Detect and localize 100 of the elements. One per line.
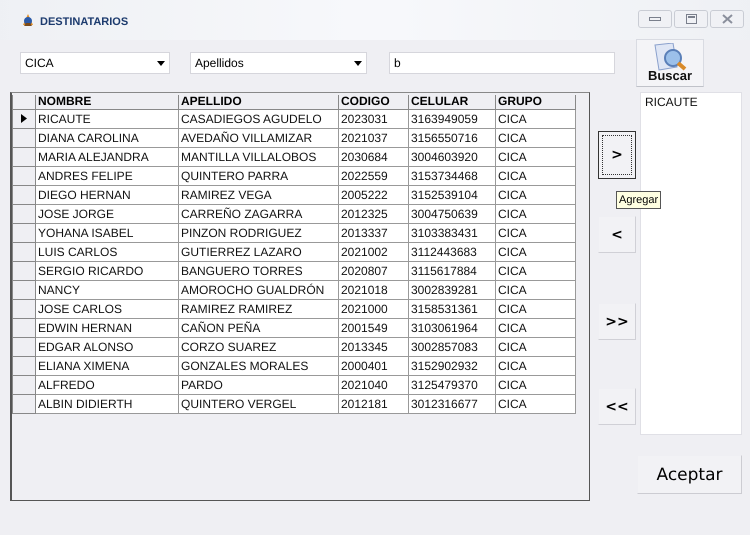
table-cell: GUTIERREZ LAZARO	[178, 242, 338, 261]
table-cell: NANCY	[36, 280, 178, 299]
current-row-icon	[21, 114, 27, 123]
table-cell: 3115617884	[408, 261, 496, 280]
table-cell: CICA	[496, 356, 576, 375]
table-cell: CAÑON PEÑA	[178, 318, 338, 337]
move-button[interactable]: <<	[598, 388, 636, 425]
table-cell: CICA	[496, 223, 576, 242]
table-cell: CICA	[496, 185, 576, 204]
table-cell: QUINTERO VERGEL	[178, 394, 338, 413]
caret-icon	[354, 60, 362, 66]
table-cell: RICAUTE	[36, 109, 178, 128]
table-cell: ANDRES FELIPE	[36, 166, 178, 185]
table-cell: 3153734468	[408, 166, 496, 185]
table-cell: CASADIEGOS AGUDELO	[178, 109, 338, 128]
table-cell: PARDO	[178, 375, 338, 394]
table-cell: MANTILLA VILLALOBOS	[178, 147, 338, 166]
table-cell: 3004603920	[408, 147, 496, 166]
table-cell: CICA	[496, 109, 576, 128]
table-cell: 3125479370	[408, 375, 496, 394]
table-cell: 2021018	[338, 280, 408, 299]
table-cell: QUINTERO PARRA	[178, 166, 338, 185]
search-button[interactable]: Buscar	[636, 39, 704, 87]
table-cell: CICA	[496, 242, 576, 261]
table-cell: 2021000	[338, 299, 408, 318]
row-header	[12, 95, 36, 109]
table-cell: 2021002	[338, 242, 408, 261]
column-header[interactable]: CODIGO	[338, 95, 408, 109]
table-cell: BANGUERO TORRES	[178, 261, 338, 280]
table-cell: 3103383431	[408, 223, 496, 242]
table-cell: CICA	[496, 318, 576, 337]
list-item[interactable]: RICAUTE	[645, 95, 737, 109]
table-cell: 3004750639	[408, 204, 496, 223]
table-cell: CORZO SUAREZ	[178, 337, 338, 356]
caret-icon	[157, 60, 165, 66]
table-cell: CICA	[496, 128, 576, 147]
table-cell: RAMIREZ RAMIREZ	[178, 299, 338, 318]
table-cell: 2012181	[338, 394, 408, 413]
group-dropdown[interactable]: CICA	[20, 52, 170, 74]
maximize-button[interactable]	[674, 10, 708, 28]
table-cell: 3156550716	[408, 128, 496, 147]
table-cell: RAMIREZ VEGA	[178, 185, 338, 204]
accept-button[interactable]: Aceptar	[637, 455, 742, 494]
table-cell: LUIS CARLOS	[36, 242, 178, 261]
row-selector[interactable]	[12, 109, 36, 128]
table-cell: JOSE JORGE	[36, 204, 178, 223]
move-button[interactable]: <	[598, 216, 636, 253]
field-dropdown[interactable]: Apellidos	[190, 52, 367, 74]
table-cell: 2013345	[338, 337, 408, 356]
table-cell: CICA	[496, 280, 576, 299]
search-field[interactable]: b	[389, 52, 615, 74]
maximize-icon	[686, 14, 696, 24]
table-cell: YOHANA ISABEL	[36, 223, 178, 242]
table-cell: 2000401	[338, 356, 408, 375]
move-button[interactable]: >>	[598, 303, 636, 340]
table-cell: 3002839281	[408, 280, 496, 299]
table-cell: 3002857083	[408, 337, 496, 356]
table-cell: ELIANA XIMENA	[36, 356, 178, 375]
table-cell: CICA	[496, 261, 576, 280]
table-cell: 3112443683	[408, 242, 496, 261]
table-cell: DIANA CAROLINA	[36, 128, 178, 147]
move-button[interactable]: >	[598, 131, 636, 179]
table-cell: 2020807	[338, 261, 408, 280]
table-cell: CICA	[496, 204, 576, 223]
table-cell: PINZON RODRIGUEZ	[178, 223, 338, 242]
close-icon	[722, 14, 732, 24]
table-cell: CICA	[496, 147, 576, 166]
table-cell: CICA	[496, 299, 576, 318]
table-cell: EDWIN HERNAN	[36, 318, 178, 337]
table-cell: 3163949059	[408, 109, 496, 128]
column-header[interactable]: APELLIDO	[178, 95, 338, 109]
table-cell: 3158531361	[408, 299, 496, 318]
table-cell: SERGIO RICARDO	[36, 261, 178, 280]
table-cell: CICA	[496, 166, 576, 185]
table-cell: 3012316677	[408, 394, 496, 413]
table-cell: 2022559	[338, 166, 408, 185]
column-header[interactable]: NOMBRE	[36, 95, 178, 109]
table-cell: AMOROCHO GUALDRÓN	[178, 280, 338, 299]
column-header[interactable]: CELULAR	[408, 95, 496, 109]
minimize-icon	[649, 16, 661, 22]
tooltip: Agregar	[616, 191, 662, 209]
app-icon	[20, 12, 36, 28]
table-cell: 2001549	[338, 318, 408, 337]
close-button[interactable]	[710, 10, 744, 28]
table-cell: MARIA ALEJANDRA	[36, 147, 178, 166]
minimize-button[interactable]	[638, 10, 672, 28]
table-cell: 2021040	[338, 375, 408, 394]
table-cell: 2030684	[338, 147, 408, 166]
table-cell: GONZALES MORALES	[178, 356, 338, 375]
window-title: DESTINATARIOS	[40, 16, 128, 28]
table-cell: 3152902932	[408, 356, 496, 375]
column-header[interactable]: GRUPO	[496, 95, 576, 109]
table-cell: CICA	[496, 337, 576, 356]
table-cell: 2021037	[338, 128, 408, 147]
table-cell: AVEDAÑO VILLAMIZAR	[178, 128, 338, 147]
table-cell: CICA	[496, 375, 576, 394]
table-cell: 2013337	[338, 223, 408, 242]
table-cell: CICA	[496, 394, 576, 413]
table-cell: 2005222	[338, 185, 408, 204]
table-cell: DIEGO HERNAN	[36, 185, 178, 204]
